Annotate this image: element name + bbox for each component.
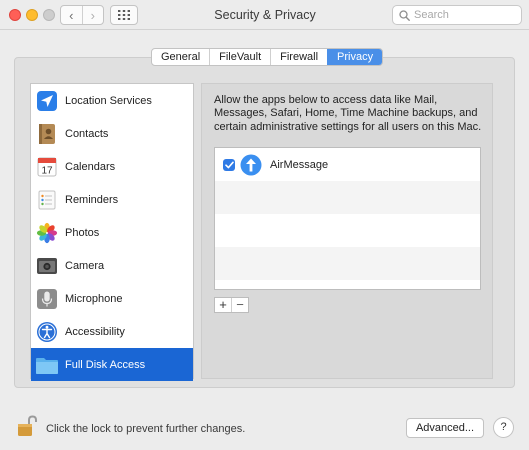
list-empty-row [215, 181, 480, 214]
history-navigation: ‹ › [60, 5, 104, 25]
unlocked-padlock-icon [18, 415, 37, 436]
privacy-category-list: Location Services Contacts 17 Calendars … [30, 83, 194, 381]
tab-general[interactable]: General [152, 49, 209, 65]
accessibility-icon [35, 320, 59, 344]
camera-icon [35, 254, 59, 278]
reminders-list-icon [35, 188, 59, 212]
lock-status-text: Click the lock to prevent further change… [46, 423, 246, 435]
photos-flower-icon [35, 221, 59, 245]
app-name: AirMessage [270, 158, 329, 171]
sidebar-item-label: Camera [65, 259, 105, 272]
zoom-window-button[interactable] [43, 9, 55, 21]
sidebar-item-label: Contacts [65, 127, 109, 140]
help-button[interactable]: ? [493, 417, 514, 438]
sidebar-item-label: Reminders [65, 193, 119, 206]
folder-icon [35, 353, 59, 377]
show-all-button[interactable] [110, 5, 138, 25]
sidebar-item-label: Microphone [65, 292, 123, 305]
tab-bar: General FileVault Firewall Privacy [151, 48, 384, 66]
location-arrow-icon [35, 89, 59, 113]
forward-button[interactable]: › [81, 6, 104, 24]
sidebar-item-calendars[interactable]: 17 Calendars [31, 150, 193, 183]
list-empty-row [215, 247, 480, 280]
calendar-day-number: 17 [41, 165, 53, 176]
sidebar-item-full-disk-access[interactable]: Full Disk Access [31, 348, 193, 381]
sidebar-item-label: Photos [65, 226, 100, 239]
remove-app-button[interactable]: − [231, 298, 248, 312]
sidebar-item-reminders[interactable]: Reminders [31, 183, 193, 216]
sidebar-item-label: Calendars [65, 160, 116, 173]
airmessage-arrow-icon [240, 154, 262, 176]
sidebar-item-camera[interactable]: Camera [31, 249, 193, 282]
add-app-button[interactable]: + [215, 298, 231, 312]
checkmark-icon [224, 161, 234, 168]
tab-filevault[interactable]: FileVault [209, 49, 270, 65]
search-icon [399, 9, 410, 21]
search-input[interactable] [414, 9, 514, 21]
grid-icon [118, 10, 130, 20]
list-item-airmessage[interactable]: AirMessage [215, 148, 480, 181]
sidebar-item-label: Accessibility [65, 325, 125, 338]
search-field[interactable] [392, 5, 522, 25]
sidebar-item-microphone[interactable]: Microphone [31, 282, 193, 315]
close-window-button[interactable] [9, 9, 21, 21]
app-checkbox[interactable] [223, 158, 235, 171]
back-button[interactable]: ‹ [61, 6, 82, 24]
contacts-book-icon [35, 122, 59, 146]
sidebar-item-contacts[interactable]: Contacts [31, 117, 193, 150]
sidebar-item-location-services[interactable]: Location Services [31, 84, 193, 117]
tab-firewall[interactable]: Firewall [270, 49, 327, 65]
sidebar-item-label: Location Services [65, 94, 152, 107]
panel-description: Allow the apps below to access data like… [214, 94, 482, 133]
sidebar-item-label: Full Disk Access [65, 358, 146, 371]
window-title: Security & Privacy [214, 8, 316, 22]
sidebar-item-accessibility[interactable]: Accessibility [31, 315, 193, 348]
calendar-icon: 17 [35, 155, 59, 179]
add-remove-controls: + − [214, 297, 249, 313]
list-empty-row [215, 214, 480, 247]
microphone-icon [35, 287, 59, 311]
title-bar: ‹ › Security & Privacy [0, 0, 529, 30]
app-permission-list: AirMessage [214, 147, 481, 290]
lock-button[interactable] [16, 414, 40, 438]
advanced-button[interactable]: Advanced... [406, 418, 484, 438]
tab-privacy[interactable]: Privacy [327, 49, 383, 65]
sidebar-item-photos[interactable]: Photos [31, 216, 193, 249]
minimize-window-button[interactable] [26, 9, 38, 21]
